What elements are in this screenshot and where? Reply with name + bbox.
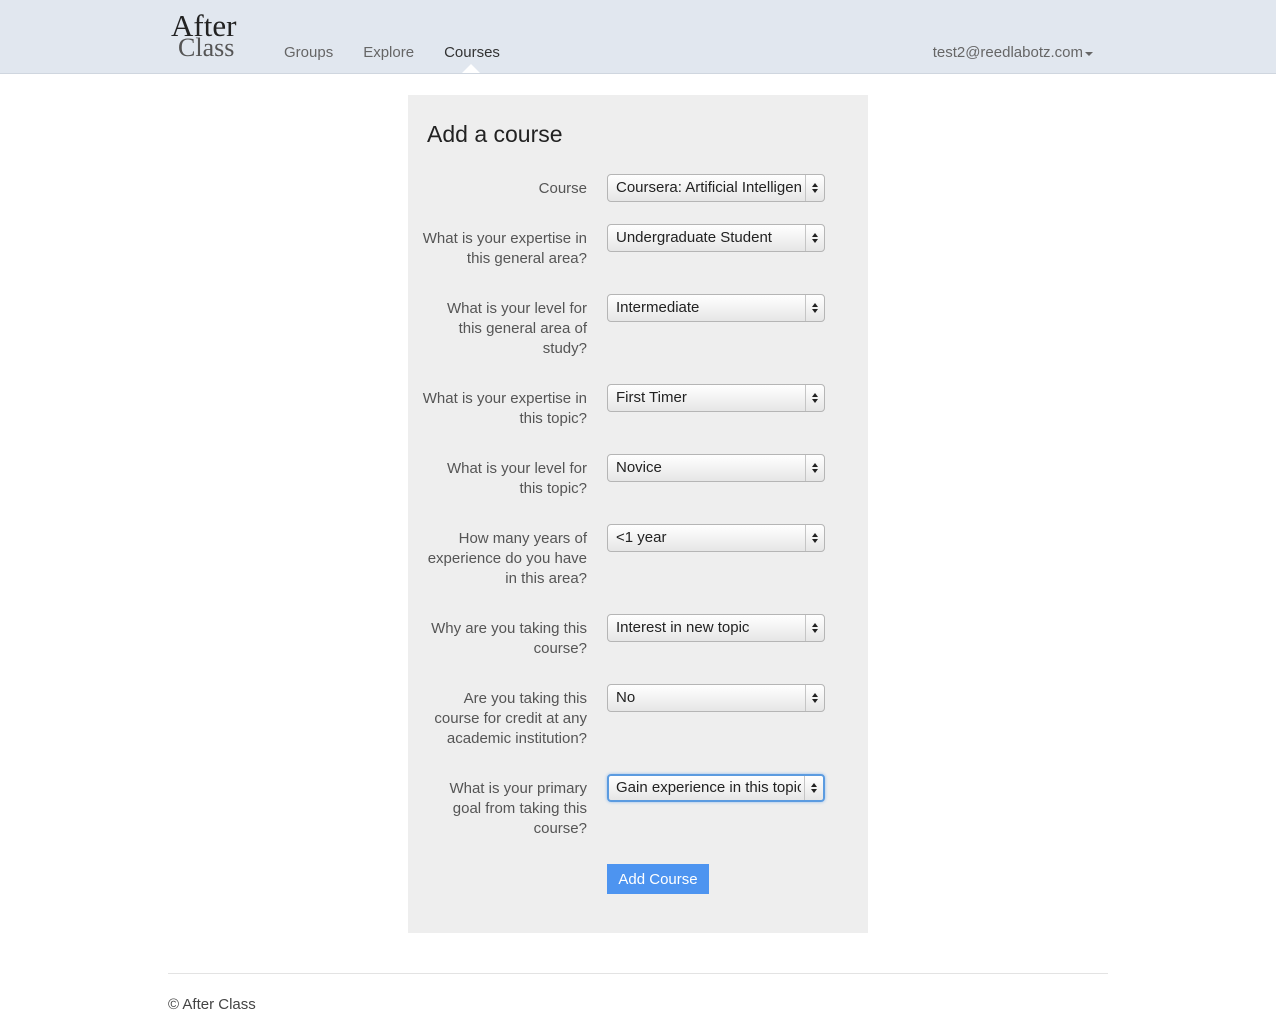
add-course-panel: Add a course Course Coursera: Artificial … (408, 95, 868, 933)
user-menu-toggle[interactable]: test2@reedlabotz.com (933, 44, 1093, 61)
footer-copyright: © After Class (168, 996, 256, 1013)
select-arrows-icon (805, 295, 824, 321)
brand-logo-line2: Class (178, 33, 235, 62)
reason-taking-select[interactable]: Interest in new topic (607, 614, 825, 642)
expertise-topic-select[interactable]: First Timer (607, 384, 825, 412)
top-navbar: After Class Groups Explore Courses test2… (0, 0, 1276, 74)
user-email: test2@reedlabotz.com (932, 44, 1083, 61)
expertise-general-area-select-value: Undergraduate Student (616, 229, 772, 246)
level-topic-label: What is your level for this topic? (446, 460, 587, 497)
active-nav-indicator (462, 64, 480, 73)
expertise-general-area-label: What is your expertise in this general a… (422, 230, 587, 267)
reason-taking-label: Why are you taking this course? (431, 620, 587, 657)
add-course-button[interactable]: Add Course (607, 864, 709, 894)
years-experience-label: How many years of experience do you have… (427, 530, 587, 587)
select-arrows-icon (805, 175, 824, 201)
footer-divider (168, 973, 1108, 974)
expertise-topic-label: What is your expertise in this topic? (422, 390, 587, 427)
select-arrows-icon (805, 685, 824, 711)
nav-item-groups[interactable]: Groups (284, 44, 333, 61)
chevron-down-icon (1085, 51, 1093, 56)
brand-logo[interactable]: After Class (171, 10, 236, 61)
select-arrows-icon (805, 525, 824, 551)
level-general-area-select[interactable]: Intermediate (607, 294, 825, 322)
primary-goal-select[interactable]: Gain experience in this topic (607, 774, 825, 802)
level-general-area-label: What is your level for this general area… (446, 300, 587, 357)
level-general-area-select-value: Intermediate (616, 299, 700, 316)
course-label: Course (538, 180, 587, 197)
select-arrows-icon (804, 776, 823, 800)
nav-item-explore[interactable]: Explore (363, 44, 414, 61)
level-topic-select-value: Novice (616, 459, 662, 476)
nav-item-courses[interactable]: Courses (444, 44, 500, 61)
for-credit-label: Are you taking this course for credit at… (434, 690, 587, 747)
course-select[interactable]: Coursera: Artificial Intelligence (607, 174, 825, 202)
reason-taking-select-value: Interest in new topic (616, 619, 750, 636)
select-arrows-icon (805, 385, 824, 411)
main-nav: Groups Explore Courses (284, 44, 530, 61)
expertise-general-area-select[interactable]: Undergraduate Student (607, 224, 825, 252)
for-credit-select-value: No (616, 689, 636, 706)
expertise-topic-select-value: First Timer (616, 389, 687, 406)
years-experience-select[interactable]: <1 year (607, 524, 825, 552)
select-arrows-icon (805, 455, 824, 481)
page-title: Add a course (427, 121, 563, 147)
select-arrows-icon (805, 615, 824, 641)
years-experience-select-value: <1 year (616, 529, 667, 546)
primary-goal-label: What is your primary goal from taking th… (449, 780, 587, 837)
level-topic-select[interactable]: Novice (607, 454, 825, 482)
select-arrows-icon (805, 225, 824, 251)
course-select-value: Coursera: Artificial Intelligence (616, 179, 802, 196)
for-credit-select[interactable]: No (607, 684, 825, 712)
primary-goal-select-value: Gain experience in this topic (616, 779, 801, 796)
